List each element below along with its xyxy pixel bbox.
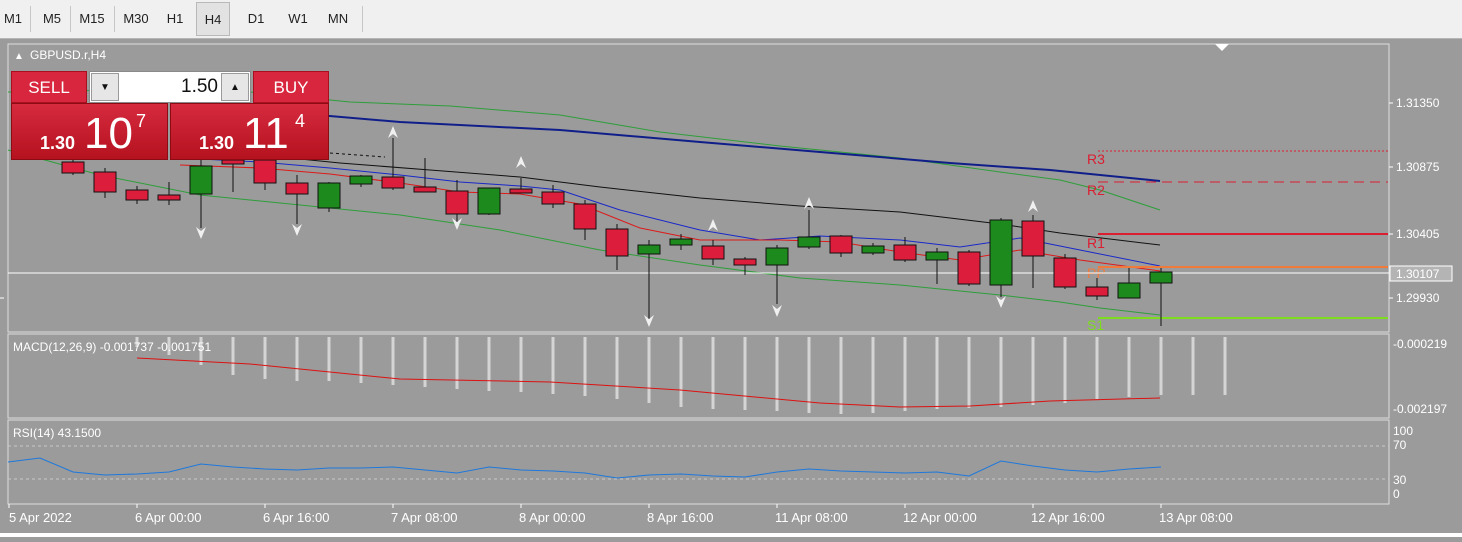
time-axis-label: 5 Apr 2022 [9,510,72,525]
candle-body[interactable] [1021,220,1045,257]
sell-price-prefix: 1.30 [40,133,76,153]
current-price-label: 1.30107 [1396,267,1440,281]
candle-body[interactable] [637,244,661,255]
candle-body[interactable] [957,251,981,285]
rsi-axis-label: 0 [1393,487,1400,501]
rsi-panel[interactable] [7,419,1390,505]
candle-body[interactable] [541,191,565,205]
toolbar-separator [70,6,71,32]
sell-button[interactable]: SELL [11,71,87,103]
symbol-label: GBPUSD.r,H4 [30,48,106,62]
time-axis-label: 8 Apr 16:00 [647,510,714,525]
candle-body[interactable] [989,219,1013,286]
candle-body[interactable] [445,190,469,215]
candle-body[interactable] [797,236,821,248]
timeframe-toolbar: M1 M5 M15 M30 H1 H4 D1 W1 MN [0,0,1462,39]
time-axis-label: 11 Apr 08:00 [775,510,848,525]
price-axis-label: 1.31350 [1396,96,1440,110]
candle-body[interactable] [93,171,117,193]
candle-body[interactable] [861,245,885,254]
candle-body[interactable] [61,161,85,174]
time-axis-label: 12 Apr 16:00 [1031,510,1105,525]
rsi-label: RSI(14) 43.1500 [13,426,101,440]
candle-body[interactable] [573,203,597,230]
macd-panel[interactable] [7,333,1390,419]
timeframe-m30-button[interactable]: M30 [118,2,154,36]
price-axis-label: 1.29930 [1396,291,1440,305]
pivot-label-s1: S1 [1087,317,1104,333]
rsi-axis-label: 70 [1393,438,1407,452]
candle-body[interactable] [701,245,725,260]
symbol-triangle-icon: ▲ [14,51,24,62]
rsi-axis-label: 30 [1393,473,1407,487]
time-axis-label: 6 Apr 00:00 [135,510,202,525]
lot-size-field: ▼ ▲ [89,71,251,103]
candle-body[interactable] [1117,282,1141,299]
rsi-axis-label: 100 [1393,424,1413,438]
candle-body[interactable] [285,182,309,195]
timeframe-d1-button[interactable]: D1 [238,2,274,36]
candle-body[interactable] [413,186,437,193]
candle-body[interactable] [893,244,917,261]
candle-body[interactable] [1053,257,1077,288]
candle-body[interactable] [733,258,757,266]
candle-body[interactable] [221,159,245,165]
candle-body[interactable] [1149,271,1173,284]
candle-body[interactable] [317,182,341,209]
timeframe-h4-button[interactable]: H4 [196,2,230,36]
candle-body[interactable] [477,187,501,215]
sell-price-button[interactable]: 1.30 10 7 [11,103,168,160]
candle-body[interactable] [509,188,533,194]
time-axis-label: 7 Apr 08:00 [391,510,458,525]
timeframe-m1-button[interactable]: M1 [0,2,26,36]
pivot-label-r3: R3 [1087,151,1105,167]
pivot-label-r1: R1 [1087,235,1105,251]
candle-body[interactable] [189,165,213,195]
lot-size-input[interactable] [120,75,220,99]
toolbar-separator [114,6,115,32]
macd-label: MACD(12,26,9) -0.001737 -0.001751 [13,340,211,354]
time-axis-label: 8 Apr 00:00 [519,510,586,525]
time-axis-label: 13 Apr 08:00 [1159,510,1233,525]
timeframe-m5-button[interactable]: M5 [34,2,70,36]
buy-price-button[interactable]: 1.30 11 4 [170,103,329,160]
macd-axis-label: -0.002197 [1393,402,1447,416]
price-axis-label: 1.30405 [1396,227,1440,241]
lot-increase-button[interactable]: ▲ [221,73,249,101]
candle-body[interactable] [349,175,373,185]
one-click-trading-panel: SELL ▼ ▲ BUY 1.30 10 7 1.30 11 4 [11,71,329,160]
timeframe-h1-button[interactable]: H1 [158,2,192,36]
bottom-tab-strip [0,533,1462,537]
timeframe-m15-button[interactable]: M15 [74,2,110,36]
candle-body[interactable] [381,176,405,189]
candle-body[interactable] [765,247,789,266]
time-axis-label: 6 Apr 16:00 [263,510,330,525]
price-axis-label: 1.30875 [1396,160,1440,174]
toolbar-separator [30,6,31,32]
timeframe-w1-button[interactable]: W1 [280,2,316,36]
timeframe-mn-button[interactable]: MN [320,2,356,36]
candle-body[interactable] [925,251,949,261]
buy-price-superscript: 4 [295,111,306,131]
macd-axis-label: -0.000219 [1393,337,1447,351]
toolbar-separator [362,6,363,32]
candle-body[interactable] [829,235,853,254]
candle-body[interactable] [669,238,693,246]
time-axis-label: 12 Apr 00:00 [903,510,977,525]
sell-price-superscript: 7 [136,111,147,131]
buy-price-prefix: 1.30 [199,133,235,153]
lot-decrease-button[interactable]: ▼ [91,73,119,101]
candle-body[interactable] [1085,286,1109,297]
candle-body[interactable] [605,228,629,257]
candle-body[interactable] [125,189,149,201]
buy-price-big: 11 [243,109,289,158]
candle-body[interactable] [157,194,181,201]
buy-button[interactable]: BUY [253,71,329,103]
pivot-label-r2: R2 [1087,182,1105,198]
candle-body[interactable] [253,159,277,184]
sell-price-big: 10 [84,109,133,158]
